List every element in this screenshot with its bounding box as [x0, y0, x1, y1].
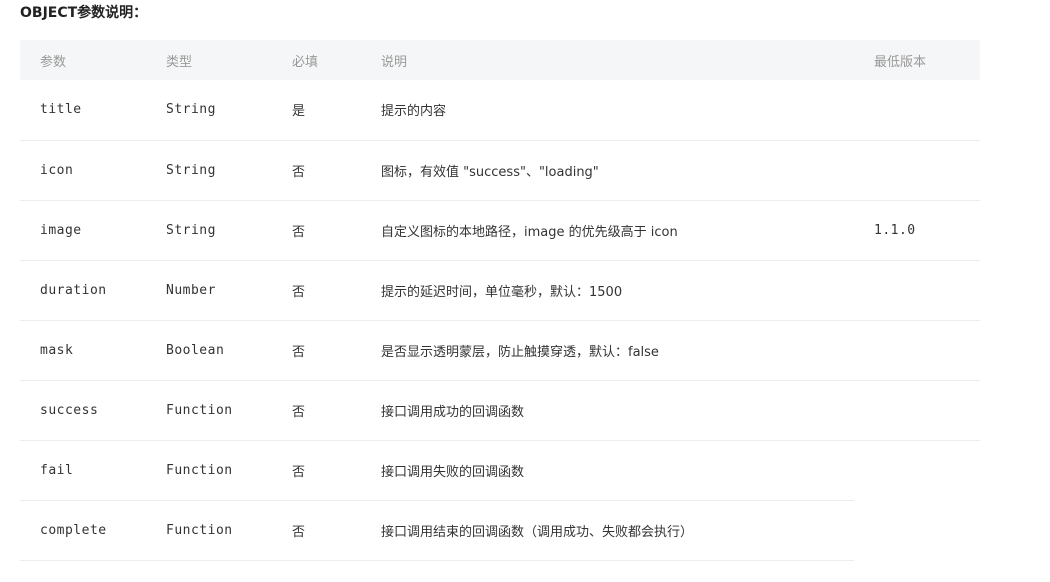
cell-version [854, 500, 980, 560]
cell-param: image [20, 200, 146, 261]
cell-type: String [146, 140, 272, 201]
params-table: 参数 类型 必填 说明 最低版本 title String 是 提示的内容 ic… [20, 40, 980, 561]
cell-version [854, 260, 980, 321]
cell-description: 图标，有效值 "success"、"loading" [361, 140, 854, 201]
cell-required: 否 [272, 260, 361, 321]
cell-type: String [146, 80, 272, 141]
table-row: image String 否 自定义图标的本地路径，image 的优先级高于 i… [20, 200, 980, 261]
cell-required: 否 [272, 140, 361, 201]
cell-param: fail [20, 440, 146, 501]
cell-required: 否 [272, 440, 361, 501]
cell-type: Function [146, 500, 272, 561]
cell-description: 接口调用失败的回调函数 [361, 440, 854, 501]
cell-param: success [20, 380, 146, 441]
cell-required: 是 [272, 80, 361, 141]
table-row: icon String 否 图标，有效值 "success"、"loading" [20, 140, 980, 201]
table-row: mask Boolean 否 是否显示透明蒙层，防止触摸穿透，默认：false [20, 320, 980, 381]
cell-required: 否 [272, 320, 361, 381]
cell-version [854, 380, 980, 441]
cell-required: 否 [272, 380, 361, 441]
table-row: title String 是 提示的内容 [20, 80, 980, 141]
cell-type: Boolean [146, 320, 272, 381]
cell-version [854, 320, 980, 381]
header-min-version: 最低版本 [854, 40, 980, 80]
cell-description: 自定义图标的本地路径，image 的优先级高于 icon [361, 200, 854, 261]
cell-param: complete [20, 500, 146, 561]
cell-description: 接口调用成功的回调函数 [361, 380, 854, 441]
cell-param: icon [20, 140, 146, 201]
cell-version [854, 140, 980, 201]
header-description: 说明 [361, 40, 854, 80]
cell-version [854, 440, 980, 500]
table-header-row: 参数 类型 必填 说明 最低版本 [20, 40, 980, 80]
cell-description: 提示的内容 [361, 80, 854, 141]
version-link[interactable]: 1.1.0 [854, 200, 980, 261]
cell-type: Function [146, 380, 272, 441]
header-param: 参数 [20, 40, 146, 80]
header-type: 类型 [146, 40, 272, 80]
section-title: OBJECT参数说明： [20, 5, 148, 21]
table-row: fail Function 否 接口调用失败的回调函数 [20, 440, 980, 501]
cell-param: title [20, 80, 146, 141]
cell-description: 是否显示透明蒙层，防止触摸穿透，默认：false [361, 320, 854, 381]
cell-required: 否 [272, 200, 361, 261]
table-row: success Function 否 接口调用成功的回调函数 [20, 380, 980, 441]
cell-type: Number [146, 260, 272, 321]
cell-type: String [146, 200, 272, 261]
header-required: 必填 [272, 40, 361, 80]
cell-version [854, 80, 980, 141]
table-row: duration Number 否 提示的延迟时间，单位毫秒，默认：1500 [20, 260, 980, 321]
cell-description: 提示的延迟时间，单位毫秒，默认：1500 [361, 260, 854, 321]
cell-param: duration [20, 260, 146, 321]
table-row: complete Function 否 接口调用结束的回调函数（调用成功、失败都… [20, 500, 980, 561]
cell-required: 否 [272, 500, 361, 561]
cell-param: mask [20, 320, 146, 381]
cell-description: 接口调用结束的回调函数（调用成功、失败都会执行） [361, 500, 854, 561]
cell-type: Function [146, 440, 272, 501]
